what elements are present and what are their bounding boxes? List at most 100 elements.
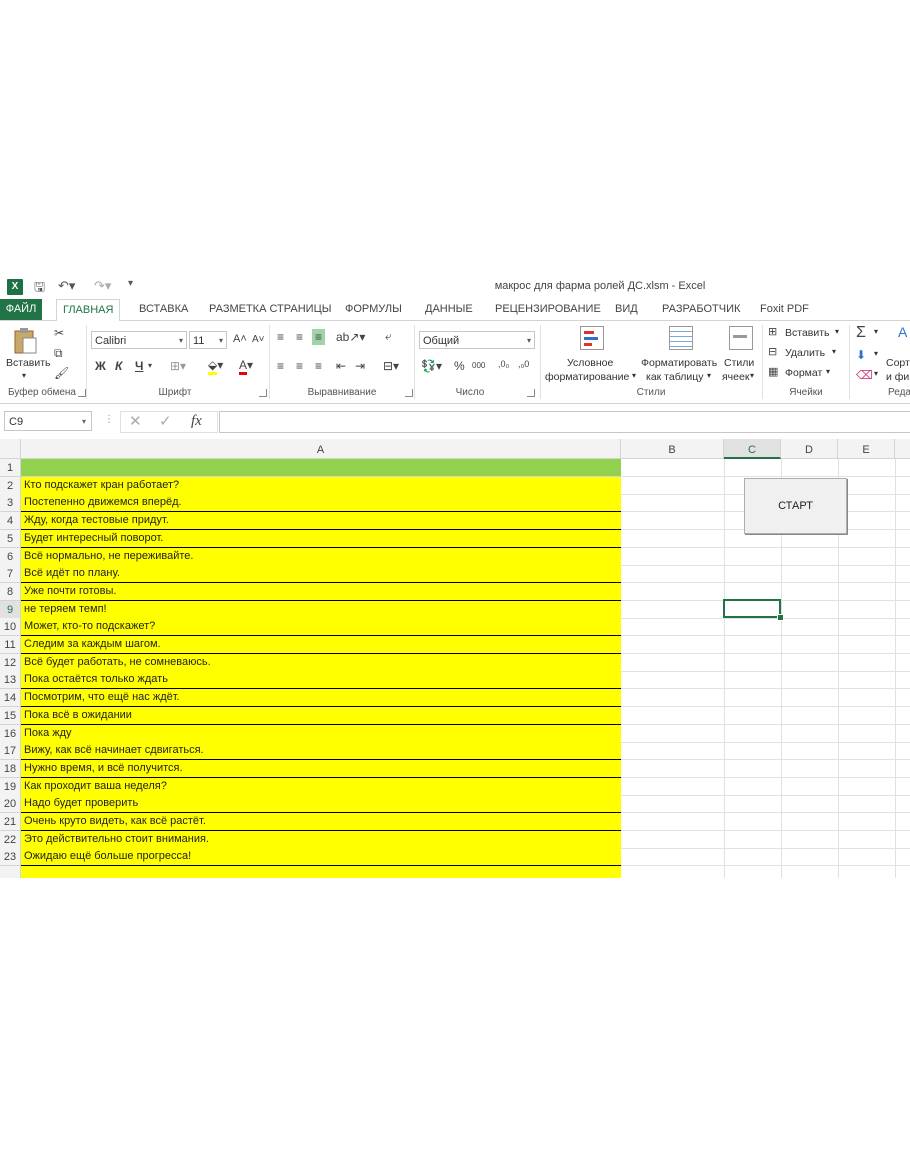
column-header-b[interactable]: B xyxy=(621,439,724,459)
format-as-table-label-2[interactable]: как таблицу xyxy=(646,371,704,383)
cancel-icon[interactable]: ✕ xyxy=(129,414,142,429)
borders-icon[interactable]: ⊞▾ xyxy=(170,360,186,372)
row-header[interactable]: 15 xyxy=(0,707,21,725)
cell-a[interactable] xyxy=(21,459,621,477)
cell-a[interactable]: Всё нормально, не переживайте. xyxy=(21,548,621,566)
column-header-d[interactable]: D xyxy=(781,439,838,459)
copy-icon[interactable]: ⧉ xyxy=(54,347,63,359)
row-header[interactable]: 23 xyxy=(0,848,21,866)
cell-a[interactable]: Будет интересный поворот. xyxy=(21,530,621,548)
active-cell-c9[interactable] xyxy=(723,599,781,618)
align-left-icon[interactable]: ≡ xyxy=(277,360,284,372)
row-header[interactable]: 17 xyxy=(0,742,21,760)
row-header[interactable]: 11 xyxy=(0,636,21,654)
tab-data[interactable]: ДАННЫЕ xyxy=(419,299,479,320)
tab-formulas[interactable]: ФОРМУЛЫ xyxy=(339,299,408,320)
cell-a[interactable]: Пока жду xyxy=(21,725,621,743)
select-all-corner[interactable] xyxy=(0,439,21,459)
clear-dropdown-icon[interactable]: ▾ xyxy=(874,369,878,378)
format-as-table-dropdown-icon[interactable]: ▾ xyxy=(707,371,711,380)
number-launcher-icon[interactable] xyxy=(527,389,535,397)
align-center-icon[interactable]: ≡ xyxy=(296,360,303,372)
tab-view[interactable]: ВИД xyxy=(609,299,644,320)
delete-cells-icon[interactable]: ⊟ xyxy=(768,347,777,358)
increase-indent-icon[interactable]: ⇥ xyxy=(355,360,365,372)
cell-a[interactable]: Это действительно стоит внимания. xyxy=(21,831,621,849)
bold-button[interactable]: Ж xyxy=(95,360,106,372)
clipboard-launcher-icon[interactable] xyxy=(78,389,86,397)
cell-a[interactable]: Как проходит ваша неделя? xyxy=(21,778,621,796)
name-box[interactable]: C9 ▾ xyxy=(4,411,92,431)
row-header[interactable]: 16 xyxy=(0,725,21,743)
font-color-icon[interactable]: A▾ xyxy=(239,358,253,375)
cut-icon[interactable]: ✂ xyxy=(54,327,64,339)
currency-format-icon[interactable]: 💱▾ xyxy=(421,360,442,372)
alignment-launcher-icon[interactable] xyxy=(405,389,413,397)
cell-a[interactable]: Может, кто-то подскажет? xyxy=(21,618,621,636)
row-header[interactable]: 7 xyxy=(0,565,21,583)
cell-a[interactable]: Постепенно движемся вперёд. xyxy=(21,494,621,512)
cell-a[interactable]: Всё идёт по плану. xyxy=(21,565,621,583)
format-painter-icon[interactable]: 🖌 xyxy=(54,367,69,379)
merge-center-icon[interactable]: ⊟▾ xyxy=(383,360,399,372)
cell-styles-label-1[interactable]: Стили xyxy=(724,357,754,369)
conditional-formatting-label-2[interactable]: форматирование xyxy=(545,371,629,383)
row-header[interactable]: 8 xyxy=(0,583,21,601)
cell-a[interactable]: Пока остаётся только ждать xyxy=(21,671,621,689)
row-header[interactable]: 9 xyxy=(0,601,21,619)
cell-a[interactable] xyxy=(21,866,621,878)
column-header-a[interactable]: A xyxy=(21,439,621,459)
format-as-table-label-1[interactable]: Форматировать xyxy=(641,357,717,369)
row-header[interactable]: 14 xyxy=(0,689,21,707)
align-top-icon[interactable]: ≡ xyxy=(277,331,284,343)
tab-foxit-pdf[interactable]: Foxit PDF xyxy=(754,299,815,320)
column-header-c[interactable]: C xyxy=(724,439,781,459)
row-header[interactable]: 22 xyxy=(0,831,21,849)
paste-label[interactable]: Вставить xyxy=(6,357,51,369)
cell-a[interactable]: Жду, когда тестовые придут. xyxy=(21,512,621,530)
paste-button[interactable] xyxy=(12,327,38,355)
conditional-formatting-dropdown-icon[interactable]: ▾ xyxy=(632,371,636,380)
cell-a[interactable]: Ожидаю ещё больше прогресса! xyxy=(21,848,621,866)
row-header[interactable]: 1 xyxy=(0,459,21,477)
increase-font-icon[interactable]: A˄ xyxy=(233,334,247,345)
cell-a[interactable]: Уже почти готовы. xyxy=(21,583,621,601)
align-right-icon[interactable]: ≡ xyxy=(315,360,322,372)
insert-cells-dropdown-icon[interactable]: ▾ xyxy=(835,327,839,336)
start-macro-button[interactable]: СТАРТ xyxy=(744,478,847,534)
decrease-indent-icon[interactable]: ⇤ xyxy=(336,360,346,372)
percent-format-icon[interactable]: % xyxy=(454,360,465,372)
insert-cells-label[interactable]: Вставить xyxy=(785,327,830,339)
cell-a[interactable]: Посмотрим, что ещё нас ждёт. xyxy=(21,689,621,707)
insert-function-icon[interactable]: fx xyxy=(191,414,202,429)
row-header[interactable]: 5 xyxy=(0,530,21,548)
enter-icon[interactable]: ✓ xyxy=(159,414,172,429)
row-header[interactable]: 13 xyxy=(0,671,21,689)
formula-input[interactable] xyxy=(219,411,910,433)
insert-cells-icon[interactable]: ⊞ xyxy=(768,327,777,338)
row-header[interactable]: 10 xyxy=(0,618,21,636)
row-header[interactable]: 20 xyxy=(0,795,21,813)
decrease-decimal-icon[interactable]: ,₀0 xyxy=(518,360,529,369)
row-header[interactable]: 6 xyxy=(0,548,21,566)
paste-dropdown-icon[interactable]: ▾ xyxy=(22,371,26,380)
underline-button[interactable]: Ч xyxy=(135,360,143,372)
format-cells-label[interactable]: Формат xyxy=(785,367,822,379)
column-header-e[interactable]: E xyxy=(838,439,895,459)
format-as-table-icon[interactable] xyxy=(669,326,693,350)
conditional-formatting-label-1[interactable]: Условное xyxy=(567,357,613,369)
cell-a[interactable]: Нужно время, и всё получится. xyxy=(21,760,621,778)
cell-a[interactable]: Вижу, как всё начинает сдвигаться. xyxy=(21,742,621,760)
tab-insert[interactable]: ВСТАВКА xyxy=(133,299,194,320)
comma-format-icon[interactable]: 000 xyxy=(472,362,485,370)
worksheet-grid[interactable]: A B C D E 1 2 Кто подскажет кран работает?… xyxy=(0,439,910,878)
cell-a[interactable]: Кто подскажет кран работает? xyxy=(21,477,621,495)
delete-cells-label[interactable]: Удалить xyxy=(785,347,825,359)
orientation-icon[interactable]: ab↗▾ xyxy=(336,331,365,343)
sort-filter-label-1[interactable]: Сорт xyxy=(886,357,910,369)
conditional-formatting-icon[interactable] xyxy=(580,326,604,350)
row-header[interactable]: 21 xyxy=(0,813,21,831)
tab-review[interactable]: РЕЦЕНЗИРОВАНИЕ xyxy=(489,299,607,320)
tab-page-layout[interactable]: РАЗМЕТКА СТРАНИЦЫ xyxy=(203,299,337,320)
align-middle-icon[interactable]: ≡ xyxy=(296,331,303,343)
